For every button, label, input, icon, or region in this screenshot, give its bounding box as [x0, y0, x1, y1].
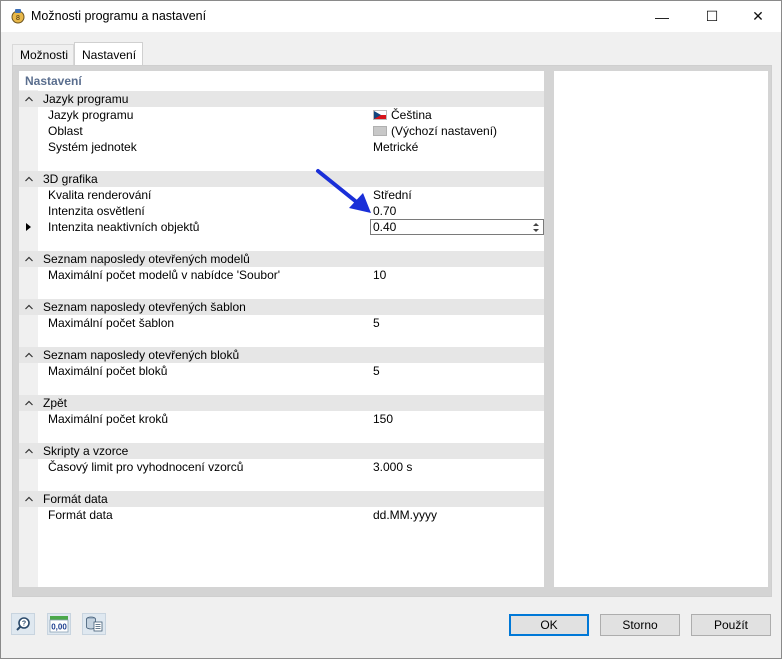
property-label: Časový limit pro vyhodnocení vzorců	[48, 460, 244, 474]
property-row[interactable]: Intenzita osvětlení 0.70	[19, 203, 544, 219]
group-header-recent-templates[interactable]: Seznam naposledy otevřených šablon	[19, 299, 544, 315]
property-value[interactable]: 5	[373, 316, 380, 330]
property-label: Intenzita osvětlení	[48, 204, 145, 218]
group-label: Seznam naposledy otevřených šablon	[43, 300, 246, 314]
property-value[interactable]: Metrické	[373, 140, 418, 154]
chevron-up-icon[interactable]	[24, 350, 34, 360]
group-label: 3D grafika	[43, 172, 98, 186]
svg-text:8: 8	[16, 15, 20, 22]
help-button[interactable]: ?	[11, 613, 35, 635]
property-label: Kvalita renderování	[48, 188, 152, 202]
property-value[interactable]: dd.MM.yyyy	[373, 508, 437, 522]
czech-flag-icon	[373, 110, 387, 120]
spin-up-icon[interactable]	[531, 221, 541, 227]
property-label: Maximální počet kroků	[48, 412, 169, 426]
property-row-selected[interactable]: Intenzita neaktivních objektů	[19, 219, 544, 235]
property-row[interactable]: Časový limit pro vyhodnocení vzorců 3.00…	[19, 459, 544, 475]
ok-button[interactable]: OK	[509, 614, 589, 636]
minimize-icon: —	[655, 8, 669, 25]
group-header-recent-models[interactable]: Seznam naposledy otevřených modelů	[19, 251, 544, 267]
group-header-scripts[interactable]: Skripty a vzorce	[19, 443, 544, 459]
minimize-button[interactable]: —	[639, 1, 685, 32]
cancel-button[interactable]: Storno	[600, 614, 680, 636]
group-label: Seznam naposledy otevřených modelů	[43, 252, 250, 266]
property-label: Oblast	[48, 124, 83, 138]
dialog-window: 8 Možnosti programu a nastavení — ☐ ✕ Mo…	[0, 0, 782, 659]
property-row[interactable]: Kvalita renderování Střední	[19, 187, 544, 203]
property-value[interactable]: 10	[373, 268, 386, 282]
maximize-button[interactable]: ☐	[689, 1, 735, 32]
chevron-up-icon[interactable]	[24, 446, 34, 456]
chevron-up-icon[interactable]	[24, 254, 34, 264]
gray-swatch-icon	[373, 126, 387, 136]
property-label: Maximální počet modelů v nabídce 'Soubor…	[48, 268, 281, 282]
close-button[interactable]: ✕	[735, 1, 781, 32]
group-label: Zpět	[43, 396, 68, 410]
property-label: Intenzita neaktivních objektů	[48, 220, 200, 234]
database-button[interactable]	[82, 613, 106, 635]
property-row[interactable]: Formát data dd.MM.yyyy	[19, 507, 544, 523]
property-row[interactable]: Maximální počet modelů v nabídce 'Soubor…	[19, 267, 544, 283]
chevron-up-icon[interactable]	[24, 94, 34, 104]
inactive-objects-intensity-input[interactable]	[372, 220, 522, 234]
svg-text:?: ?	[22, 621, 26, 628]
property-label: Systém jednotek	[48, 140, 137, 154]
property-label: Formát data	[48, 508, 113, 522]
close-icon: ✕	[752, 8, 764, 24]
maximize-icon: ☐	[705, 8, 719, 24]
group-label: Skripty a vzorce	[43, 444, 129, 458]
group-label: Seznam naposledy otevřených bloků	[43, 348, 240, 362]
group-header-3d-graphics[interactable]: 3D grafika	[19, 171, 544, 187]
property-row[interactable]: Systém jednotek Metrické	[19, 139, 544, 155]
annotation-arrow-icon	[316, 169, 371, 213]
property-value[interactable]: 3.000 s	[373, 460, 412, 474]
property-value[interactable]: (Výchozí nastavení)	[391, 124, 497, 138]
property-row[interactable]: Maximální počet šablon 5	[19, 315, 544, 331]
property-row[interactable]: Maximální počet kroků 150	[19, 411, 544, 427]
chevron-up-icon[interactable]	[24, 302, 34, 312]
spin-down-icon[interactable]	[531, 228, 541, 234]
window-title: Možnosti programu a nastavení	[31, 9, 207, 23]
current-row-marker-icon	[26, 223, 31, 231]
spin-buttons[interactable]	[531, 221, 541, 234]
title-bar: 8 Možnosti programu a nastavení — ☐ ✕	[1, 1, 781, 32]
group-label: Jazyk programu	[43, 92, 129, 106]
units-icon-text: 0,00	[51, 623, 67, 632]
property-row[interactable]: Oblast (Výchozí nastavení)	[19, 123, 544, 139]
app-logo-icon: 8	[11, 9, 25, 24]
units-button[interactable]: 0,00	[47, 613, 71, 635]
chevron-up-icon[interactable]	[24, 398, 34, 408]
inactive-objects-intensity-stepper[interactable]	[370, 219, 544, 235]
property-label: Jazyk programu	[48, 108, 134, 122]
units-decimal-icon: 0,00	[49, 616, 69, 633]
property-value[interactable]: Čeština	[391, 108, 432, 122]
property-value[interactable]: 5	[373, 364, 380, 378]
group-label: Formát data	[43, 492, 108, 506]
property-row[interactable]: Jazyk programu Čeština	[19, 107, 544, 123]
group-header-date-format[interactable]: Formát data	[19, 491, 544, 507]
group-header-language[interactable]: Jazyk programu	[19, 91, 544, 107]
chevron-up-icon[interactable]	[24, 174, 34, 184]
group-header-undo[interactable]: Zpět	[19, 395, 544, 411]
group-header-recent-blocks[interactable]: Seznam naposledy otevřených bloků	[19, 347, 544, 363]
tab-nastaveni[interactable]: Nastavení	[74, 42, 143, 66]
help-search-icon: ?	[16, 617, 30, 631]
tab-moznosti[interactable]: Možnosti	[12, 44, 74, 66]
database-list-icon	[86, 616, 103, 632]
chevron-up-icon[interactable]	[24, 494, 34, 504]
property-label: Maximální počet bloků	[48, 364, 168, 378]
property-label: Maximální počet šablon	[48, 316, 175, 330]
panel-title: Nastavení	[25, 74, 82, 88]
apply-button[interactable]: Použít	[691, 614, 771, 636]
description-panel	[554, 71, 768, 587]
property-row[interactable]: Maximální počet bloků 5	[19, 363, 544, 379]
property-value[interactable]: 150	[373, 412, 393, 426]
